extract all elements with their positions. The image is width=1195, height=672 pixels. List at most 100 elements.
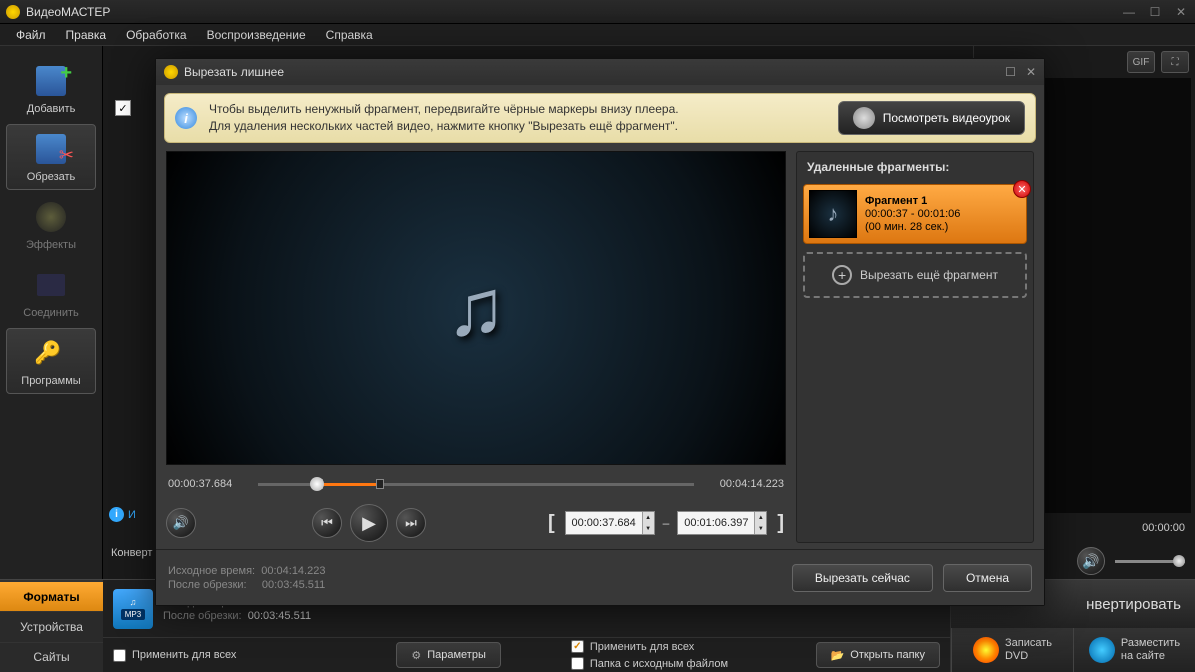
format-thumbnail[interactable]: ♫ MP3 — [113, 589, 153, 629]
titlebar: ВидеоМАСТЕР — ☐ ✕ — [0, 0, 1195, 24]
fragment-card[interactable]: ♪ Фрагмент 1 00:00:37 - 00:01:06 (00 мин… — [803, 184, 1027, 244]
dialog-footer: Исходное время: 00:04:14.223 После обрез… — [156, 549, 1044, 605]
cut-dialog: Вырезать лишнее ☐ ✕ i Чтобы выделить нен… — [155, 58, 1045, 606]
checkbox-icon — [571, 640, 584, 653]
format-mp3-badge: MP3 — [121, 609, 145, 620]
music-note-icon: ♫ — [446, 262, 506, 354]
spin-up-icon[interactable]: ▲ — [754, 512, 766, 523]
dialog-hint: i Чтобы выделить ненужный фрагмент, пере… — [164, 93, 1036, 143]
menu-process[interactable]: Обработка — [118, 26, 195, 44]
bracket-close-icon[interactable]: ] — [775, 512, 786, 535]
menu-playback[interactable]: Воспроизведение — [199, 26, 314, 44]
fragment-delete-button[interactable]: ✕ — [1013, 180, 1031, 198]
webcam-icon — [853, 107, 875, 129]
cut-to-field[interactable]: 00:01:06.397 ▲▼ — [677, 511, 767, 535]
music-mini-icon: ♫ — [130, 597, 137, 607]
play-button[interactable]: ▶ — [350, 504, 388, 542]
toolbar-add-label: Добавить — [27, 103, 76, 115]
globe-icon — [1089, 637, 1115, 663]
dialog-close-button[interactable]: ✕ — [1026, 65, 1036, 79]
fragment-name: Фрагмент 1 — [865, 195, 960, 207]
spin-down-icon[interactable]: ▼ — [642, 523, 654, 534]
dialog-titlebar[interactable]: Вырезать лишнее ☐ ✕ — [156, 59, 1044, 85]
tab-devices[interactable]: Устройства — [0, 611, 103, 641]
open-folder-button[interactable]: Открыть папку — [816, 642, 940, 668]
minimize-button[interactable]: — — [1121, 5, 1137, 19]
menubar: Файл Правка Обработка Воспроизведение Сп… — [0, 24, 1195, 46]
key-icon — [34, 340, 68, 366]
seek-knob[interactable] — [310, 477, 324, 491]
dash-separator: – — [663, 516, 670, 530]
toolbar-join[interactable]: Соединить — [6, 260, 96, 326]
hint-text: Чтобы выделить ненужный фрагмент, передв… — [209, 101, 826, 135]
join-icon — [37, 274, 65, 296]
spin-up-icon[interactable]: ▲ — [642, 512, 654, 523]
fragment-thumb-icon: ♪ — [809, 190, 857, 238]
dialog-logo-icon — [164, 65, 178, 79]
info-icon: i — [109, 507, 124, 522]
left-toolbar: Добавить Обрезать Эффекты Соединить Прог… — [0, 46, 103, 579]
folder-icon — [831, 649, 845, 662]
step-back-button[interactable]: ⏮ — [312, 508, 342, 538]
tab-convert-label: Конверт — [111, 547, 152, 559]
checkbox-icon — [113, 649, 126, 662]
burn-dvd-button[interactable]: ЗаписатьDVD — [951, 628, 1073, 672]
deleted-fragments-title: Удаленные фрагменты: — [803, 158, 1027, 176]
close-button[interactable]: ✕ — [1173, 5, 1189, 19]
spin-down-icon[interactable]: ▼ — [754, 523, 766, 534]
toolbar-cut-label: Обрезать — [27, 171, 76, 183]
apply-all-checkbox-1[interactable]: Применить для всех — [113, 649, 236, 662]
dialog-title: Вырезать лишнее — [184, 65, 1005, 79]
menu-edit[interactable]: Правка — [58, 26, 115, 44]
cut-from-field[interactable]: 00:00:37.684 ▲▼ — [565, 511, 655, 535]
deleted-fragments-panel: Удаленные фрагменты: ♪ Фрагмент 1 00:00:… — [796, 151, 1034, 543]
app-logo-icon — [6, 5, 20, 19]
gif-button[interactable]: GIF — [1127, 51, 1155, 73]
dvd-icon — [973, 637, 999, 663]
toolbar-programs[interactable]: Программы — [6, 328, 96, 394]
volume-knob[interactable] — [1173, 555, 1185, 567]
apply-all-checkbox-2[interactable]: Применить для всех — [571, 640, 728, 653]
publish-site-button[interactable]: Разместитьна сайте — [1073, 628, 1195, 672]
toolbar-join-label: Соединить — [23, 307, 79, 319]
maximize-button[interactable]: ☐ — [1147, 5, 1163, 19]
film-cut-icon — [36, 134, 66, 164]
preview-time: 00:00:00 — [1142, 522, 1185, 534]
app-title: ВидеоМАСТЕР — [26, 5, 1121, 19]
marker-end[interactable] — [376, 479, 384, 489]
info-text: И — [128, 509, 136, 521]
cancel-button[interactable]: Отмена — [943, 564, 1032, 592]
video-player[interactable]: ♫ — [166, 151, 786, 465]
checkbox-icon — [571, 657, 584, 670]
step-fwd-button[interactable]: ⏭ — [396, 508, 426, 538]
seek-bar[interactable] — [258, 475, 694, 493]
tab-sites[interactable]: Сайты — [0, 642, 103, 672]
toolbar-programs-label: Программы — [21, 375, 80, 387]
cut-range-highlight — [315, 483, 380, 486]
same-folder-checkbox[interactable]: Папка с исходным файлом — [571, 657, 728, 670]
menu-help[interactable]: Справка — [318, 26, 381, 44]
film-add-icon — [36, 66, 66, 96]
toolbar-cut[interactable]: Обрезать — [6, 124, 96, 190]
toolbar-effects[interactable]: Эффекты — [6, 192, 96, 258]
menu-file[interactable]: Файл — [8, 26, 54, 44]
fragment-range: 00:00:37 - 00:01:06 — [865, 208, 960, 220]
cut-now-button[interactable]: Вырезать сейчас — [792, 564, 933, 592]
add-fragment-button[interactable]: + Вырезать ещё фрагмент — [803, 252, 1027, 298]
tab-formats[interactable]: Форматы — [0, 581, 103, 611]
file-row-checkbox[interactable] — [115, 100, 131, 116]
fragment-duration: (00 мин. 28 сек.) — [865, 221, 960, 233]
volume-slider[interactable] — [1115, 560, 1185, 563]
volume-button[interactable]: 🔊 — [1077, 547, 1105, 575]
toolbar-add[interactable]: Добавить — [6, 56, 96, 122]
info-icon: i — [175, 107, 197, 129]
plus-icon: + — [832, 265, 852, 285]
video-tutorial-button[interactable]: Посмотреть видеоурок — [838, 101, 1025, 135]
mute-button[interactable]: 🔊 — [166, 508, 196, 538]
seek-time-total: 00:04:14.223 — [704, 478, 784, 490]
bracket-open-icon[interactable]: [ — [546, 512, 557, 535]
parameters-button[interactable]: Параметры — [396, 642, 501, 668]
fullscreen-button[interactable]: ⛶ — [1161, 51, 1189, 73]
info-bar: i И — [109, 507, 136, 522]
dialog-maximize-button[interactable]: ☐ — [1005, 65, 1016, 79]
